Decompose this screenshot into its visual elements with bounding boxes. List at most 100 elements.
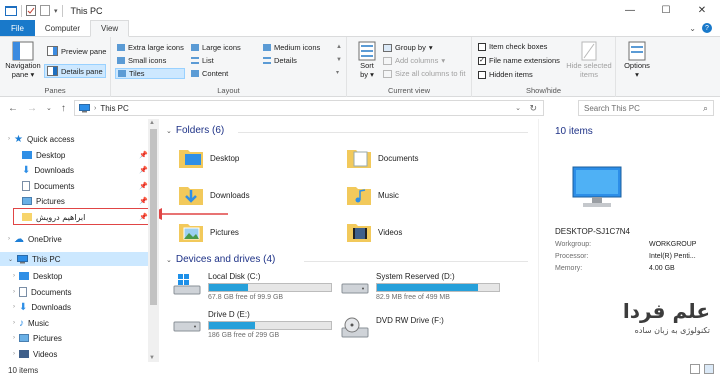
folder-tile[interactable]: Downloads (178, 183, 250, 207)
folder-tile[interactable]: Desktop (178, 146, 239, 170)
tiles-button[interactable]: Tiles (115, 68, 185, 79)
drive-tile[interactable]: Local Disk (C:) 67.8 GB free of 99.9 GB (172, 272, 332, 301)
search-input[interactable]: Search This PC ⌕ (578, 100, 714, 116)
size-all-columns-button[interactable]: Size all columns to fit (383, 69, 465, 78)
small-icons-button[interactable]: Small icons (117, 56, 166, 65)
pin-icon[interactable]: 📌 (139, 182, 148, 190)
expand-icon[interactable]: › (13, 320, 15, 326)
expand-icon[interactable]: › (8, 236, 10, 242)
collapse-icon[interactable]: ⌄ (166, 256, 172, 264)
explorer-icon[interactable] (5, 5, 17, 16)
properties-icon[interactable] (26, 5, 36, 16)
sidebar-item-downloads[interactable]: ⬇ Downloads (22, 163, 74, 177)
sidebar-item-desktop[interactable]: Desktop (22, 148, 65, 162)
refresh-icon[interactable]: ↻ (529, 103, 537, 114)
expand-icon[interactable]: › (13, 351, 15, 357)
up-icon[interactable]: ↑ (61, 103, 66, 114)
chevron-down-icon[interactable]: ⌄ (689, 24, 696, 33)
sidebar-item-pc-videos[interactable]: › Videos (13, 347, 57, 361)
detail-value: WORKGROUP (649, 241, 697, 248)
folder-tile[interactable]: Videos (346, 220, 402, 244)
options-button[interactable]: Options ▾ (620, 41, 654, 79)
pin-icon[interactable]: 📌 (139, 166, 148, 174)
sidebar-item-pc-pictures[interactable]: › Pictures (13, 331, 62, 345)
list-button[interactable]: List (191, 56, 214, 65)
large-icons-button[interactable]: Large icons (191, 43, 241, 52)
recent-locations-icon[interactable]: ⌄ (46, 104, 52, 112)
sidebar-item-label: Downloads (34, 165, 74, 175)
details-pane-button[interactable]: Details pane (44, 64, 106, 78)
desktop-folder-icon (19, 272, 29, 280)
extra-large-icons-button[interactable]: Extra large icons (117, 43, 184, 52)
detail-key: Processor: (555, 253, 589, 260)
hidden-items-label: Hidden items (489, 70, 533, 79)
expand-icon[interactable]: › (13, 289, 15, 295)
address-field[interactable]: › This PC ⌄ ↻ (74, 100, 544, 116)
expand-icon[interactable]: ⌄ (8, 256, 13, 263)
drive-tile[interactable]: Drive D (E:) 186 GB free of 299 GB (172, 310, 332, 339)
layout-scroll-arrows[interactable]: ▲ ▼ ▾ (336, 41, 342, 80)
sidebar-item-this-pc[interactable]: ⌄ This PC (0, 252, 148, 266)
sidebar-item-pc-desktop[interactable]: › Desktop (13, 269, 62, 283)
drive-tile[interactable]: System Reserved (D:) 82.9 MB free of 499… (340, 272, 500, 301)
tab-computer[interactable]: Computer (35, 20, 90, 36)
expand-icon[interactable]: › (13, 335, 15, 341)
sidebar-item-documents[interactable]: Documents (22, 179, 74, 193)
search-icon[interactable]: ⌕ (703, 103, 708, 114)
expand-icon[interactable]: › (8, 136, 10, 142)
content-button[interactable]: Content (191, 69, 228, 78)
breadcrumb[interactable]: This PC (100, 104, 128, 113)
folders-group-header[interactable]: ⌄ Folders (6) (166, 125, 224, 136)
expand-icon[interactable]: › (13, 304, 15, 310)
item-check-boxes-checkbox[interactable]: Item check boxes (478, 42, 547, 51)
devices-group-header[interactable]: ⌄ Devices and drives (4) (166, 254, 275, 265)
large-icons-view-icon[interactable] (704, 364, 714, 374)
minimize-icon[interactable]: — (612, 0, 648, 21)
scroll-up-icon[interactable]: ▲ (149, 120, 155, 126)
expand-icon[interactable]: › (13, 273, 15, 279)
drive-tile[interactable]: DVD RW Drive (F:) (340, 316, 444, 340)
hide-selected-items-button[interactable]: Hide selected items (566, 41, 612, 79)
forward-icon[interactable]: → (27, 103, 37, 114)
folder-tile[interactable]: Documents (346, 146, 418, 170)
navigation-pane: › ★ Quick access Desktop 📌 ⬇ Downloads 📌… (0, 119, 160, 362)
sidebar-item-quick-access[interactable]: › ★ Quick access (8, 132, 75, 146)
options-group: Options ▾ (616, 37, 658, 97)
details-button[interactable]: Details (263, 56, 297, 65)
content-pane: ⌄ Folders (6) Desktop Documents Download… (160, 119, 538, 362)
folder-tile[interactable]: Pictures (178, 220, 239, 244)
group-by-button[interactable]: Group by ▾ (383, 43, 433, 52)
item-check-boxes-label: Item check boxes (489, 42, 548, 51)
chevron-down-icon[interactable]: ⌄ (515, 104, 521, 112)
sidebar-item-pc-music[interactable]: › ♪ Music (13, 316, 49, 330)
list-view-icon (191, 57, 199, 64)
help-icon[interactable]: ? (702, 23, 712, 33)
sidebar-item-onedrive[interactable]: › ☁ OneDrive (8, 232, 62, 246)
sort-by-button[interactable]: Sort by ▾ (355, 41, 379, 79)
sidebar-item-pc-downloads[interactable]: › ⬇ Downloads (13, 300, 71, 314)
chevron-down-icon[interactable]: ▾ (54, 7, 58, 15)
sidebar-item-pc-documents[interactable]: › Documents (13, 285, 71, 299)
sidebar-item-pictures[interactable]: Pictures (22, 194, 65, 208)
scrollbar-thumb[interactable] (150, 129, 157, 305)
medium-icons-button[interactable]: Medium icons (263, 43, 320, 52)
scroll-down-icon[interactable]: ▼ (149, 355, 155, 361)
pin-icon[interactable]: 📌 (139, 197, 148, 205)
tab-file[interactable]: File (0, 20, 35, 36)
navigation-pane-button[interactable]: Navigation pane ▾ (4, 41, 42, 79)
maximize-icon[interactable]: ☐ (648, 0, 684, 21)
pin-icon[interactable]: 📌 (139, 151, 148, 159)
hidden-items-checkbox[interactable]: Hidden items (478, 70, 533, 79)
new-folder-icon[interactable] (40, 5, 50, 16)
folder-label: Music (378, 190, 399, 200)
preview-pane-button[interactable]: Preview pane (45, 45, 108, 57)
collapse-icon[interactable]: ⌄ (166, 127, 172, 135)
back-icon[interactable]: ← (8, 103, 18, 114)
tab-view[interactable]: View (90, 20, 130, 37)
folder-tile[interactable]: Music (346, 183, 399, 207)
details-view-icon[interactable] (690, 364, 700, 374)
navigation-scrollbar[interactable]: ▲ ▼ (148, 119, 159, 362)
close-icon[interactable]: ✕ (684, 0, 720, 21)
file-name-extensions-checkbox[interactable]: ✓ File name extensions (478, 56, 560, 65)
add-columns-button[interactable]: Add columns ▾ (383, 56, 445, 65)
